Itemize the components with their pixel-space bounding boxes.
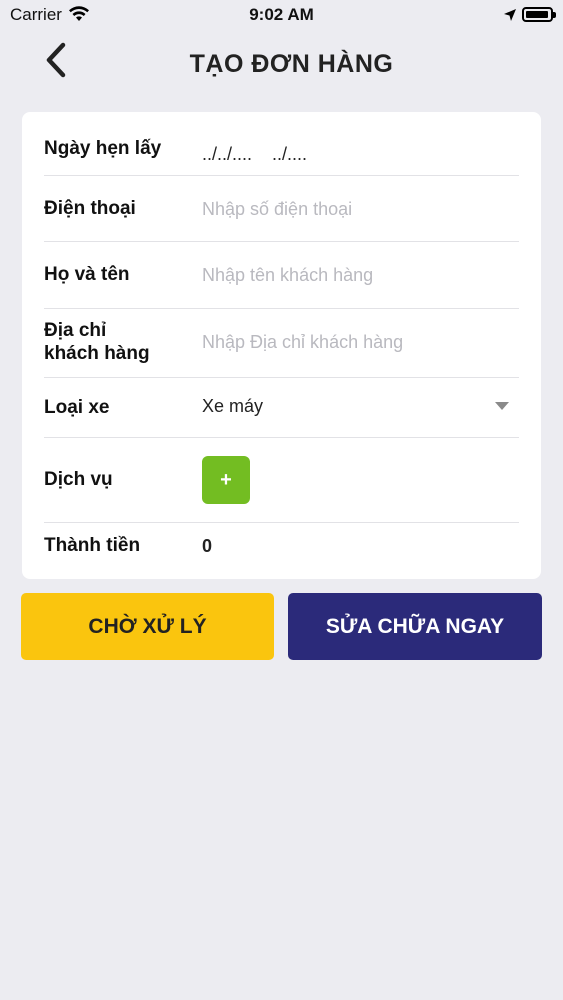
battery-level: [526, 11, 548, 18]
phone-label: Điện thoại: [44, 198, 136, 219]
battery-icon: [522, 7, 556, 22]
vehicle-type-row[interactable]: Loại xe Xe máy: [44, 378, 519, 438]
full-name-row: Họ và tên Nhập tên khách hàng: [44, 242, 519, 309]
phone-row: Điện thoại Nhập số điện thoại: [44, 176, 519, 242]
address-label-line2: khách hàng: [44, 343, 150, 364]
address-label-line1: Địa chỉ: [44, 320, 107, 341]
order-form-card: Ngày hẹn lấy ../../.... ../.... Điện tho…: [22, 112, 541, 579]
address-row: Địa chỉ khách hàng Nhập Địa chỉ khách hà…: [44, 309, 519, 378]
total-value: 0: [202, 536, 213, 556]
pickup-date-field[interactable]: ../../.... ../....: [202, 142, 307, 166]
nav-bar: TẠO ĐƠN HÀNG: [0, 30, 563, 100]
address-input[interactable]: Nhập Địa chỉ khách hàng: [202, 330, 403, 354]
pickup-date-row: Ngày hẹn lấy ../../.... ../....: [44, 112, 519, 176]
vehicle-type-label: Loại xe: [44, 397, 110, 418]
service-row: Dịch vụ +: [44, 438, 519, 523]
repair-now-button[interactable]: SỬA CHỮA NGAY: [288, 593, 542, 660]
full-name-input[interactable]: Nhập tên khách hàng: [202, 263, 373, 287]
location-arrow-icon: [503, 7, 517, 27]
clock: 9:02 AM: [249, 5, 314, 24]
total-row: Thành tiền 0: [44, 523, 519, 579]
pending-button[interactable]: CHỜ XỬ LÝ: [21, 593, 274, 660]
status-bar: Carrier 9:02 AM: [0, 0, 563, 30]
total-label: Thành tiền: [44, 535, 141, 556]
vehicle-type-select[interactable]: Xe máy: [202, 394, 263, 418]
service-label: Dịch vụ: [44, 469, 113, 490]
plus-icon: +: [220, 468, 232, 491]
phone-input[interactable]: Nhập số điện thoại: [202, 197, 352, 221]
add-service-button[interactable]: +: [202, 456, 250, 504]
page-title: TẠO ĐƠN HÀNG: [189, 50, 394, 78]
full-name-label: Họ và tên: [44, 264, 130, 285]
caret-down-icon[interactable]: [495, 402, 509, 410]
pickup-date-label: Ngày hẹn lấy: [44, 138, 162, 159]
